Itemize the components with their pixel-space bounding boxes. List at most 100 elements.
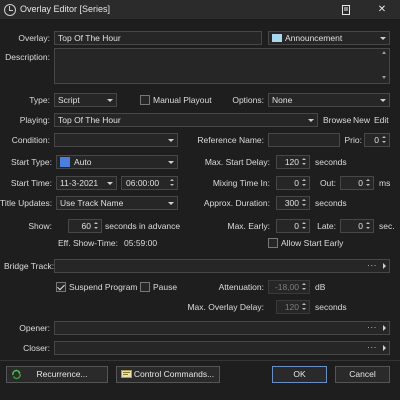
chevron-down-icon — [379, 32, 387, 44]
start-date-picker[interactable]: 11-3-2021 — [56, 176, 117, 190]
late-spinner[interactable]: 0 — [340, 219, 374, 233]
bridge-track-label: Bridge Track: — [4, 261, 55, 271]
spinner-arrows-icon[interactable] — [93, 220, 100, 232]
out-value: 0 — [358, 178, 363, 188]
chevron-right-icon[interactable] — [383, 325, 386, 331]
show-spinner[interactable]: 60 — [68, 219, 102, 233]
attenuation-value: -18,00 — [274, 282, 299, 292]
approx-duration-value: 300 — [284, 198, 299, 208]
spinner-arrows-icon[interactable] — [365, 220, 372, 232]
max-start-delay-value: 120 — [284, 157, 299, 167]
chevron-down-icon — [167, 197, 175, 209]
max-early-spinner[interactable]: 0 — [276, 219, 310, 233]
scroll-up-icon[interactable] — [382, 51, 386, 54]
title-updates-value: Use Track Name — [60, 198, 124, 208]
cancel-button[interactable]: Cancel — [335, 366, 390, 383]
overlay-name-input[interactable]: Top Of The Hour — [54, 31, 262, 45]
mixing-time-in-spinner[interactable]: 0 — [276, 176, 310, 190]
options-select[interactable]: None — [268, 93, 390, 107]
opener-select[interactable]: ··· — [54, 321, 390, 335]
start-type-select[interactable]: Auto — [56, 155, 178, 169]
ok-button[interactable]: OK — [272, 366, 327, 383]
app-icon — [4, 4, 16, 16]
spinner-arrows-icon[interactable] — [301, 301, 308, 313]
prio-label: Prio: — [344, 135, 362, 145]
max-start-delay-spinner[interactable]: 120 — [276, 155, 310, 169]
max-overlay-delay-unit: seconds — [315, 302, 347, 312]
recurrence-button[interactable]: Recurrence... — [6, 366, 108, 383]
late-value: 0 — [358, 221, 363, 231]
spinner-arrows-icon[interactable] — [301, 156, 308, 168]
close-button[interactable]: ✕ — [368, 0, 396, 20]
start-type-label: Start Type: — [11, 157, 52, 167]
scroll-down-icon[interactable] — [382, 76, 386, 79]
playing-select[interactable]: Top Of The Hour — [54, 113, 318, 127]
allow-start-early-checkbox[interactable] — [268, 238, 278, 248]
attenuation-label: Attenuation: — [218, 282, 264, 292]
recurrence-button-label: Recurrence... — [36, 369, 88, 379]
max-overlay-delay-spinner[interactable]: 120 — [276, 300, 310, 314]
title-updates-label: Title Updates: — [0, 198, 53, 208]
spinner-arrows-icon[interactable] — [301, 281, 308, 293]
condition-select[interactable] — [54, 133, 178, 147]
spinner-arrows-icon[interactable] — [169, 177, 176, 189]
manual-playout-checkbox[interactable] — [140, 95, 150, 105]
spinner-arrows-icon[interactable] — [301, 220, 308, 232]
eff-show-time-value: 05:59:00 — [124, 238, 158, 248]
new-link[interactable]: New — [353, 113, 370, 127]
prio-value: 0 — [374, 135, 379, 145]
options-value: None — [272, 95, 293, 105]
type-label: Type: — [29, 95, 50, 105]
eff-show-time-label: Eff. Show-Time: — [58, 238, 118, 248]
chevron-right-icon[interactable] — [383, 345, 386, 351]
prio-spinner[interactable]: 0 — [364, 133, 390, 147]
type-select[interactable]: Script — [54, 93, 117, 107]
start-time-label: Start Time: — [10, 178, 52, 188]
attenuation-spinner[interactable]: -18,00 — [268, 280, 310, 294]
max-early-label: Max. Early: — [227, 221, 270, 231]
type-value: Script — [58, 95, 80, 105]
spinner-arrows-icon[interactable] — [381, 134, 388, 146]
category-color-swatch — [272, 34, 282, 42]
browse-link[interactable]: Browse — [323, 113, 351, 127]
bridge-track-select[interactable]: ··· — [54, 259, 390, 273]
suspend-program-label: Suspend Program — [69, 282, 138, 292]
start-type-value: Auto — [74, 157, 92, 167]
category-select[interactable]: Announcement — [268, 31, 390, 45]
approx-duration-spinner[interactable]: 300 — [276, 196, 310, 210]
chevron-right-icon[interactable] — [383, 263, 386, 269]
edit-link[interactable]: Edit — [374, 113, 389, 127]
suspend-program-checkbox[interactable] — [56, 282, 66, 292]
description-textarea[interactable] — [54, 48, 390, 84]
ellipsis-icon[interactable]: ··· — [367, 342, 377, 353]
ellipsis-icon[interactable]: ··· — [367, 260, 377, 271]
spinner-arrows-icon[interactable] — [301, 197, 308, 209]
chevron-down-icon — [167, 134, 175, 146]
playing-label: Playing: — [19, 115, 50, 125]
approx-duration-unit: seconds — [315, 198, 347, 208]
max-early-value: 0 — [294, 221, 299, 231]
mixing-time-in-label: Mixing Time In: — [212, 178, 270, 188]
start-type-color-swatch — [60, 157, 70, 167]
start-time-spinner[interactable]: 06:00:00 — [121, 176, 178, 190]
spinner-arrows-icon[interactable] — [365, 177, 372, 189]
reference-name-input[interactable] — [268, 133, 340, 147]
closer-select[interactable]: ··· — [54, 341, 390, 355]
recurrence-icon — [12, 369, 21, 380]
out-unit: ms — [379, 178, 391, 188]
late-unit: sec. — [379, 221, 395, 231]
title-updates-select[interactable]: Use Track Name — [56, 196, 178, 210]
control-commands-button-label: Control Commands... — [133, 369, 215, 379]
control-commands-button[interactable]: Control Commands... — [116, 366, 220, 383]
pause-checkbox[interactable] — [140, 282, 150, 292]
footer-divider — [0, 360, 400, 361]
pause-label: Pause — [153, 282, 178, 292]
show-value: 60 — [81, 221, 91, 231]
ellipsis-icon[interactable]: ··· — [367, 322, 377, 333]
start-date-value: 11-3-2021 — [60, 178, 99, 188]
show-unit: seconds in advance — [105, 221, 181, 231]
edit-icon[interactable] — [332, 0, 360, 20]
out-spinner[interactable]: 0 — [340, 176, 374, 190]
attenuation-unit: dB — [315, 282, 326, 292]
spinner-arrows-icon[interactable] — [301, 177, 308, 189]
